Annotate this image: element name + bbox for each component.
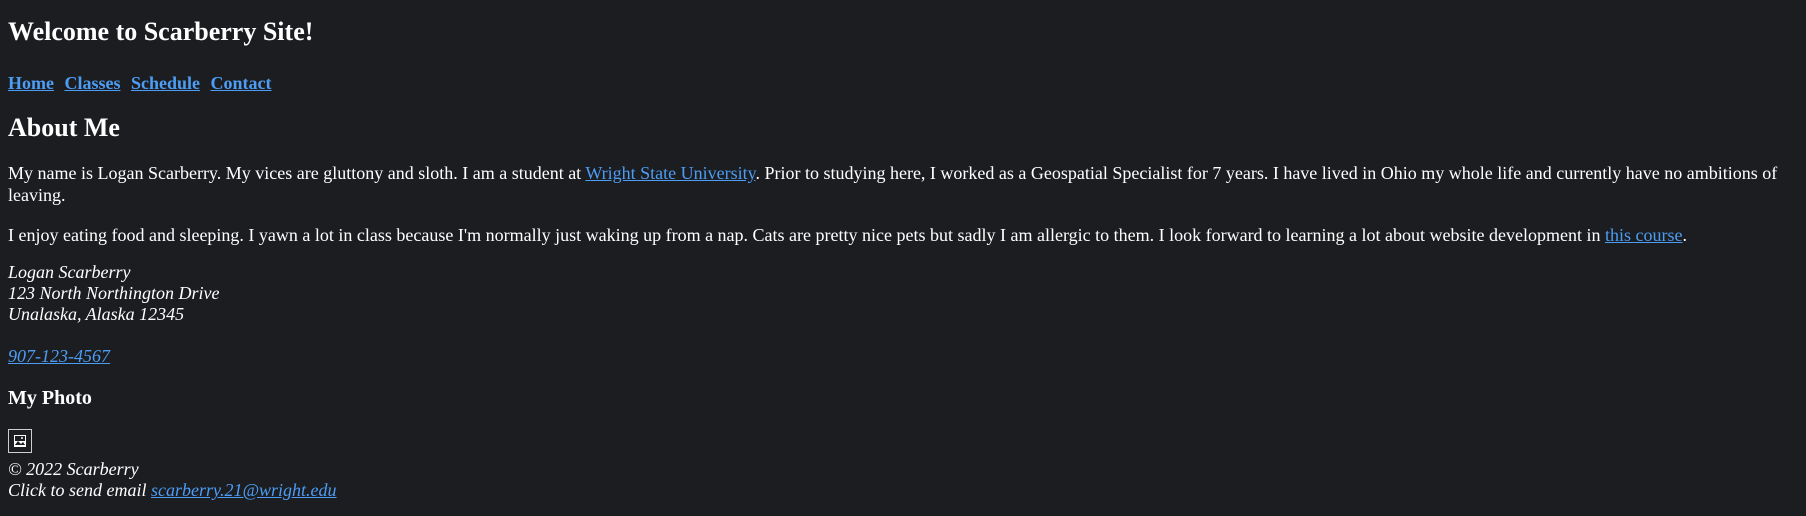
about-paragraph-2-text-start: I enjoy eating food and sleeping. I yawn…: [8, 225, 1605, 245]
nav-link-home[interactable]: Home: [8, 73, 54, 93]
this-course-link[interactable]: this course: [1605, 225, 1682, 245]
address-city: Unalaska, Alaska 12345: [8, 304, 185, 324]
phone-link[interactable]: 907-123-4567: [8, 346, 1798, 367]
nav-link-contact[interactable]: Contact: [211, 73, 272, 93]
about-paragraph-1-text-start: My name is Logan Scarberry. My vices are…: [8, 163, 586, 183]
site-title: Welcome to Scarberry Site!: [8, 17, 314, 46]
address-name: Logan Scarberry: [8, 262, 131, 282]
nav-link-schedule[interactable]: Schedule: [131, 73, 200, 93]
about-heading: About Me: [8, 113, 120, 142]
about-paragraph-1: My name is Logan Scarberry. My vices are…: [8, 162, 1798, 206]
broken-image-icon: [8, 429, 32, 453]
about-paragraph-2-text-end: .: [1682, 225, 1687, 245]
about-paragraph-2: I enjoy eating food and sleeping. I yawn…: [8, 224, 1798, 246]
email-link[interactable]: scarberry.21@wright.edu: [151, 480, 337, 500]
address-street: 123 North Northington Drive: [8, 283, 220, 303]
email-prefix-text: Click to send email: [8, 480, 151, 500]
page-footer: © 2022 Scarberry Click to send email sca…: [8, 459, 1798, 501]
page: Welcome to Scarberry Site! Home Classes …: [0, 16, 1806, 501]
contact-address: Logan Scarberry 123 North Northington Dr…: [8, 262, 1798, 367]
main-nav: Home Classes Schedule Contact: [8, 72, 1798, 94]
nav-link-classes[interactable]: Classes: [64, 73, 120, 93]
copyright-text: © 2022 Scarberry: [8, 459, 139, 479]
wright-state-link[interactable]: Wright State University: [585, 163, 755, 183]
photo-heading: My Photo: [8, 387, 92, 409]
